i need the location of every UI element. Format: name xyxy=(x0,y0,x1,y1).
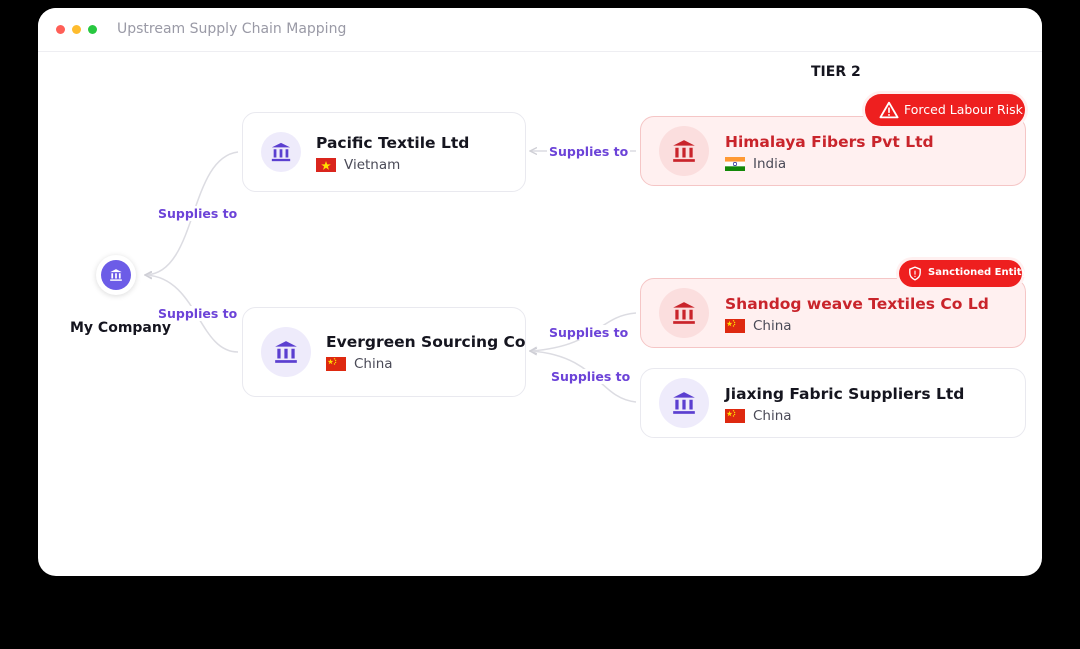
forced-labour-risk-badge[interactable]: Forced Labour Risk xyxy=(865,94,1025,126)
supplier-card-evergreen-sourcing[interactable]: Evergreen Sourcing Co China xyxy=(242,307,526,397)
link-label-himalaya: Supplies to xyxy=(547,144,631,159)
bank-building-icon xyxy=(673,392,695,414)
warning-triangle-icon xyxy=(879,101,899,119)
supplier-card-pacific-textile[interactable]: Pacific Textile Ltd Vietnam xyxy=(242,112,526,192)
supplier-name: Shandog weave Textiles Co Ld xyxy=(725,295,989,313)
shield-alert-icon xyxy=(909,266,921,281)
supplier-card-jiaxing-fabric[interactable]: Jiaxing Fabric Suppliers Ltd China xyxy=(640,368,1026,438)
badge-label: Sanctioned Entity xyxy=(928,267,1029,278)
supplier-name: Pacific Textile Ltd xyxy=(316,134,470,152)
bank-building-icon xyxy=(673,302,695,324)
bank-building-icon xyxy=(271,142,291,162)
link-label-pacific: Supplies to xyxy=(156,206,240,221)
china-flag-icon xyxy=(725,319,745,333)
vietnam-flag-icon xyxy=(316,158,336,172)
supplier-country: India xyxy=(753,156,787,172)
bank-building-icon xyxy=(275,341,297,363)
badge-label: Forced Labour Risk xyxy=(904,102,1023,117)
my-company-node[interactable] xyxy=(96,255,136,295)
supplier-country: China xyxy=(354,356,393,372)
supplier-card-himalaya-fibers[interactable]: Himalaya Fibers Pvt Ltd India xyxy=(640,116,1026,186)
supplier-name: Evergreen Sourcing Co xyxy=(326,333,526,351)
sanctioned-entity-badge[interactable]: Sanctioned Entity xyxy=(899,260,1028,287)
china-flag-icon xyxy=(326,357,346,371)
china-flag-icon xyxy=(725,409,745,423)
supplier-name: Jiaxing Fabric Suppliers Ltd xyxy=(725,385,965,403)
link-label-evergreen: Supplies to xyxy=(156,306,240,321)
supplier-country: China xyxy=(753,408,792,424)
supplier-card-shandog-weave[interactable]: Shandog weave Textiles Co Ld China xyxy=(640,278,1026,348)
my-company-label: My Company xyxy=(70,320,171,336)
link-label-jiaxing: Supplies to xyxy=(549,369,633,384)
link-label-shandog: Supplies to xyxy=(547,325,631,340)
supplier-country: China xyxy=(753,318,792,334)
supplier-name: Himalaya Fibers Pvt Ltd xyxy=(725,133,934,151)
india-flag-icon xyxy=(725,157,745,171)
bank-building-icon xyxy=(110,269,122,281)
bank-building-icon xyxy=(673,140,695,162)
supplier-country: Vietnam xyxy=(344,157,401,173)
app-window: Upstream Supply Chain Mapping TIER 2 Sup… xyxy=(38,8,1042,576)
